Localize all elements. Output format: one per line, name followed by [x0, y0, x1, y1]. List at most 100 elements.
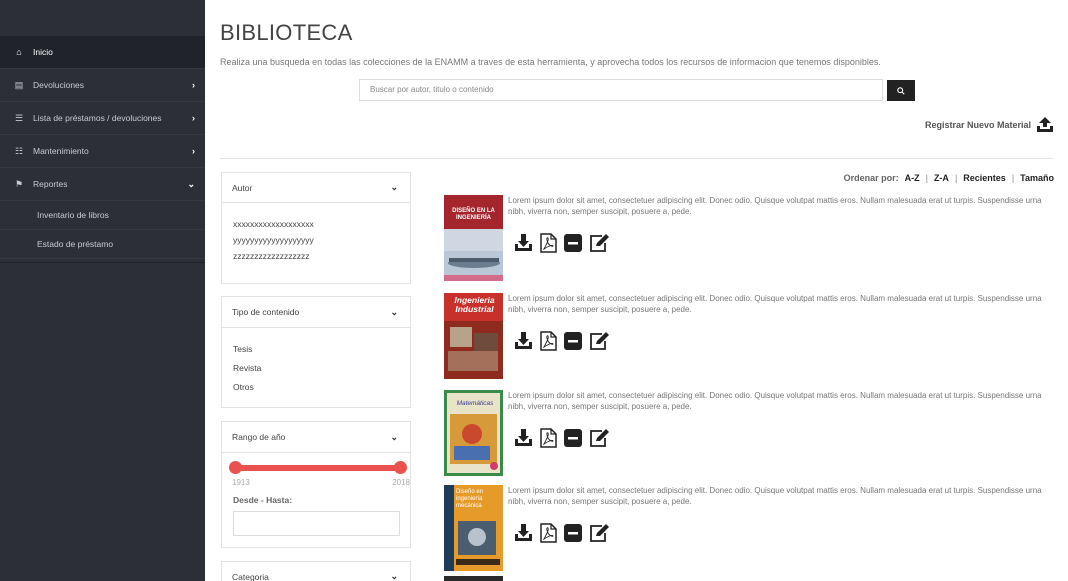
sidebar-item-label: Reportes	[33, 179, 68, 189]
book-cover[interactable]	[444, 576, 503, 581]
sidebar-divider	[0, 259, 205, 263]
sidebar-item-inicio[interactable]: ⌂ Inicio	[0, 36, 205, 69]
search-button[interactable]	[887, 80, 915, 101]
sort-tamano[interactable]: Tamaño	[1020, 173, 1054, 183]
pdf-icon	[540, 331, 557, 351]
page-title: BIBLIOTECA	[220, 20, 353, 45]
result-item: Ingenieria Industrial Lorem ipsum dolor …	[444, 293, 1054, 385]
sidebar-item-devoluciones[interactable]: ▤ Devoluciones ›	[0, 69, 205, 102]
download-button[interactable]	[514, 524, 533, 542]
filter-tipo-contenido: Tipo de contenido ⌄ Tesis Revista Otros	[221, 296, 411, 408]
sort-z-a[interactable]: Z-A	[934, 173, 949, 183]
remove-button[interactable]	[564, 332, 582, 350]
pdf-button[interactable]	[540, 523, 557, 543]
pdf-icon	[540, 428, 557, 448]
minus-square-icon	[564, 429, 582, 447]
remove-button[interactable]	[564, 234, 582, 252]
minus-square-icon	[564, 524, 582, 542]
filter-autor-header[interactable]: Autor ⌄	[222, 173, 410, 203]
edit-button[interactable]	[589, 233, 610, 253]
sort-separator: |	[925, 173, 928, 183]
chevron-down-icon: ⌄	[390, 431, 398, 442]
edit-icon	[590, 428, 609, 447]
pdf-icon	[540, 233, 557, 253]
result-item: Matemáticas Lorem ipsum dolor sit amet, …	[444, 390, 1054, 482]
result-item: DISEÑO EN LA INGENIERÍA Lorem ipsum dolo…	[444, 195, 1054, 287]
filter-tipo-header[interactable]: Tipo de contenido ⌄	[222, 297, 410, 328]
slider-handle-max[interactable]	[394, 461, 407, 474]
filter-option[interactable]: Revista	[222, 359, 410, 378]
sidebar-item-label: Lista de préstamos / devoluciones	[33, 113, 162, 123]
upload-icon	[1037, 117, 1053, 132]
book-cover-title: Ingenieria Industrial	[454, 295, 495, 314]
minus-square-icon	[564, 234, 582, 252]
report-icon: ⚑	[14, 178, 24, 189]
edit-icon	[590, 331, 609, 350]
filter-categoria-header[interactable]: Categoria ⌄	[222, 562, 410, 581]
desde-hasta-label: Desde - Hasta:	[233, 495, 293, 505]
pdf-button[interactable]	[540, 428, 557, 448]
filter-autor: Autor ⌄ xxxxxxxxxxxxxxxxxxx yyyyyyyyyyyy…	[221, 172, 411, 284]
sidebar-item-label: Mantenimiento	[33, 146, 89, 156]
sidebar-subitem-estado[interactable]: Estado de préstamo	[0, 230, 205, 259]
filter-option[interactable]: yyyyyyyyyyyyyyyyyyy	[222, 232, 410, 248]
filter-label: Autor	[232, 182, 253, 193]
slider-track	[235, 465, 399, 471]
download-button[interactable]	[514, 332, 533, 350]
download-button[interactable]	[514, 429, 533, 447]
result-description: Lorem ipsum dolor sit amet, consectetuer…	[508, 294, 1042, 314]
year-range-slider[interactable]: 1913 2018	[222, 453, 410, 493]
register-label: Registrar Nuevo Material	[924, 120, 1031, 130]
filter-option[interactable]: zzzzzzzzzzzzzzzzzz	[222, 248, 410, 264]
grid-icon: ☷	[14, 145, 24, 156]
download-icon	[515, 524, 532, 541]
result-item-partial	[444, 576, 1054, 581]
sidebar-item-label: Devoluciones	[33, 80, 85, 90]
pdf-icon	[540, 523, 557, 543]
filter-option[interactable]: Otros	[222, 378, 410, 397]
sort-a-z[interactable]: A-Z	[905, 173, 920, 183]
filter-option[interactable]: Tesis	[222, 340, 410, 359]
sort-recientes[interactable]: Recientes	[963, 173, 1006, 183]
filter-label: Tipo de contenido	[232, 307, 300, 317]
result-description: Lorem ipsum dolor sit amet, consectetuer…	[508, 196, 1042, 216]
chevron-right-icon: ›	[192, 113, 195, 123]
download-icon	[515, 234, 532, 251]
result-actions	[514, 233, 610, 253]
slider-handle-min[interactable]	[229, 461, 242, 474]
edit-button[interactable]	[589, 428, 610, 448]
result-description: Lorem ipsum dolor sit amet, consectetuer…	[508, 391, 1042, 411]
remove-button[interactable]	[564, 429, 582, 447]
download-button[interactable]	[514, 234, 533, 252]
pdf-button[interactable]	[540, 331, 557, 351]
sidebar-item-lista-prestamos[interactable]: ☰ Lista de préstamos / devoluciones ›	[0, 102, 205, 135]
sort-options: Ordenar por: A-Z | Z-A | Recientes | Tam…	[844, 173, 1054, 183]
sort-separator: |	[1011, 173, 1015, 183]
edit-button[interactable]	[589, 523, 610, 543]
download-icon	[515, 332, 532, 349]
page-subtitle: Realiza una busqueda en todas las colecc…	[220, 57, 881, 67]
edit-button[interactable]	[589, 331, 610, 351]
book-cover-title: Matemáticas	[456, 400, 494, 407]
filter-rango-header[interactable]: Rango de año ⌄	[222, 422, 410, 453]
book-cover-title: Diseño en ingeniería mecánica	[456, 489, 484, 509]
filter-label: Categoria	[232, 571, 269, 581]
sidebar-topbar	[0, 0, 205, 36]
home-icon: ⌂	[16, 47, 22, 57]
range-min-label: 1913	[232, 478, 250, 487]
pdf-button[interactable]	[540, 233, 557, 253]
chevron-down-icon: ⌄	[390, 182, 398, 192]
search-input[interactable]: Buscar por autor, titulo o contenido	[359, 79, 883, 101]
remove-button[interactable]	[564, 524, 582, 542]
sidebar-item-mantenimiento[interactable]: ☷ Mantenimiento ›	[0, 135, 205, 168]
edit-icon	[590, 523, 609, 542]
sidebar: ⌂ Inicio ▤ Devoluciones › ☰ Lista de pré…	[0, 0, 205, 581]
filter-option[interactable]: xxxxxxxxxxxxxxxxxxx	[222, 216, 410, 232]
register-material-button[interactable]: Registrar Nuevo Material	[925, 117, 1054, 133]
main-content: BIBLIOTECA Realiza una busqueda en todas…	[205, 0, 1068, 581]
sidebar-item-reportes[interactable]: ⚑ Reportes ⌄	[0, 168, 205, 201]
range-max-label: 2018	[392, 478, 410, 487]
chevron-down-icon: ⌄	[390, 306, 398, 317]
desde-hasta-input[interactable]	[233, 511, 400, 536]
sidebar-subitem-inventario[interactable]: Inventario de libros	[0, 201, 205, 230]
